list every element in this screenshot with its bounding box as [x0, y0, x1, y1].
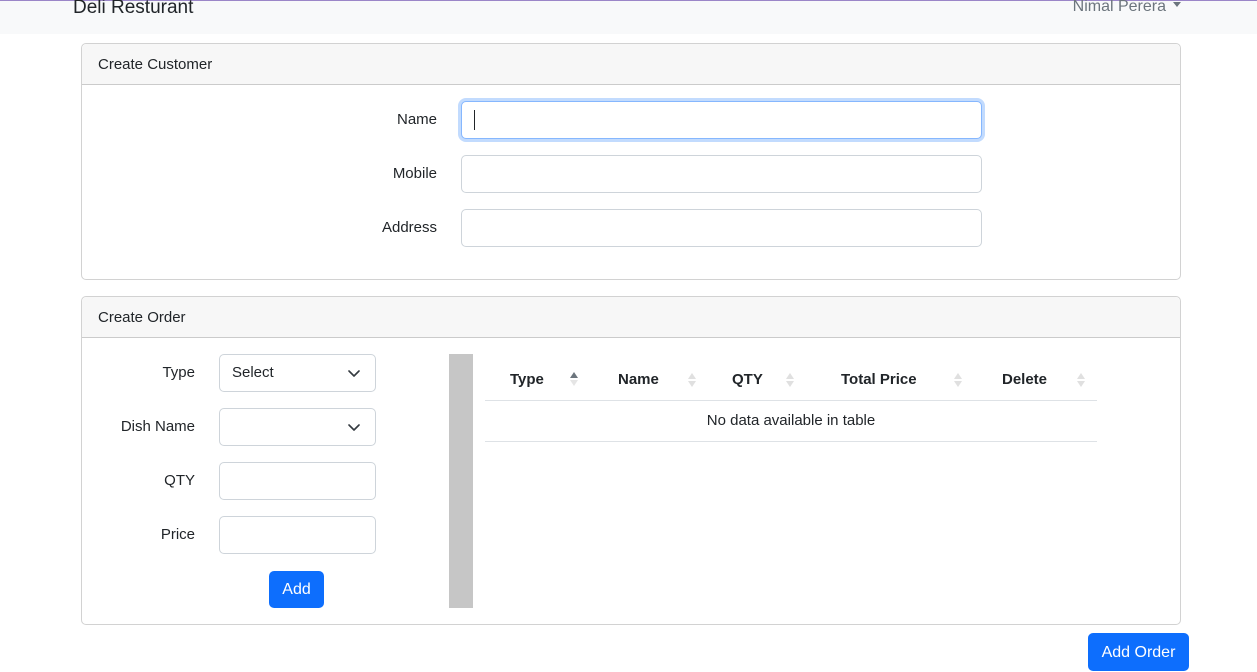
- sort-icon: [1077, 373, 1085, 387]
- price-input[interactable]: [219, 516, 376, 554]
- mobile-label: Mobile: [392, 165, 437, 182]
- column-header-delete[interactable]: Delete: [1002, 371, 1047, 388]
- text-cursor: [474, 110, 475, 130]
- column-header-type[interactable]: Type: [510, 371, 544, 388]
- create-customer-header: Create Customer: [82, 44, 1180, 85]
- chevron-down-icon: [348, 370, 360, 377]
- column-header-total-price[interactable]: Total Price: [841, 371, 917, 388]
- customer-mobile-input[interactable]: [461, 155, 982, 193]
- navbar: Deli Resturant Nimal Perera: [0, 0, 1257, 34]
- user-name: Nimal Perera: [1072, 0, 1166, 15]
- customer-name-input[interactable]: [461, 101, 982, 139]
- price-label: Price: [160, 526, 195, 543]
- column-header-qty[interactable]: QTY: [732, 371, 763, 388]
- caret-down-icon: [1173, 2, 1181, 8]
- sort-icon: [954, 373, 962, 387]
- navbar-brand[interactable]: Deli Resturant: [73, 0, 193, 19]
- create-order-card: Create Order: [81, 296, 1181, 625]
- add-item-button[interactable]: Add: [269, 571, 324, 608]
- customer-address-input[interactable]: [461, 209, 982, 247]
- table-header-divider: [485, 400, 1097, 401]
- name-label: Name: [396, 111, 437, 128]
- type-select[interactable]: Select: [219, 354, 376, 392]
- dish-name-label: Dish Name: [120, 418, 195, 435]
- address-label: Address: [381, 219, 437, 236]
- qty-label: QTY: [164, 472, 195, 489]
- add-order-button[interactable]: Add Order: [1088, 633, 1189, 671]
- type-label: Type: [162, 364, 195, 381]
- type-select-value: Select: [232, 364, 274, 381]
- vertical-divider: [449, 354, 473, 608]
- sort-ascending-icon: [570, 372, 578, 386]
- table-empty-message: No data available in table: [706, 412, 876, 429]
- dish-name-select[interactable]: [219, 408, 376, 446]
- sort-icon: [688, 373, 696, 387]
- create-order-header: Create Order: [82, 297, 1180, 338]
- qty-input[interactable]: [219, 462, 376, 500]
- table-bottom-divider: [485, 441, 1097, 442]
- chevron-down-icon: [348, 424, 360, 431]
- user-menu-dropdown[interactable]: Nimal Perera: [1073, 0, 1181, 16]
- sort-icon: [786, 373, 794, 387]
- column-header-name[interactable]: Name: [618, 371, 659, 388]
